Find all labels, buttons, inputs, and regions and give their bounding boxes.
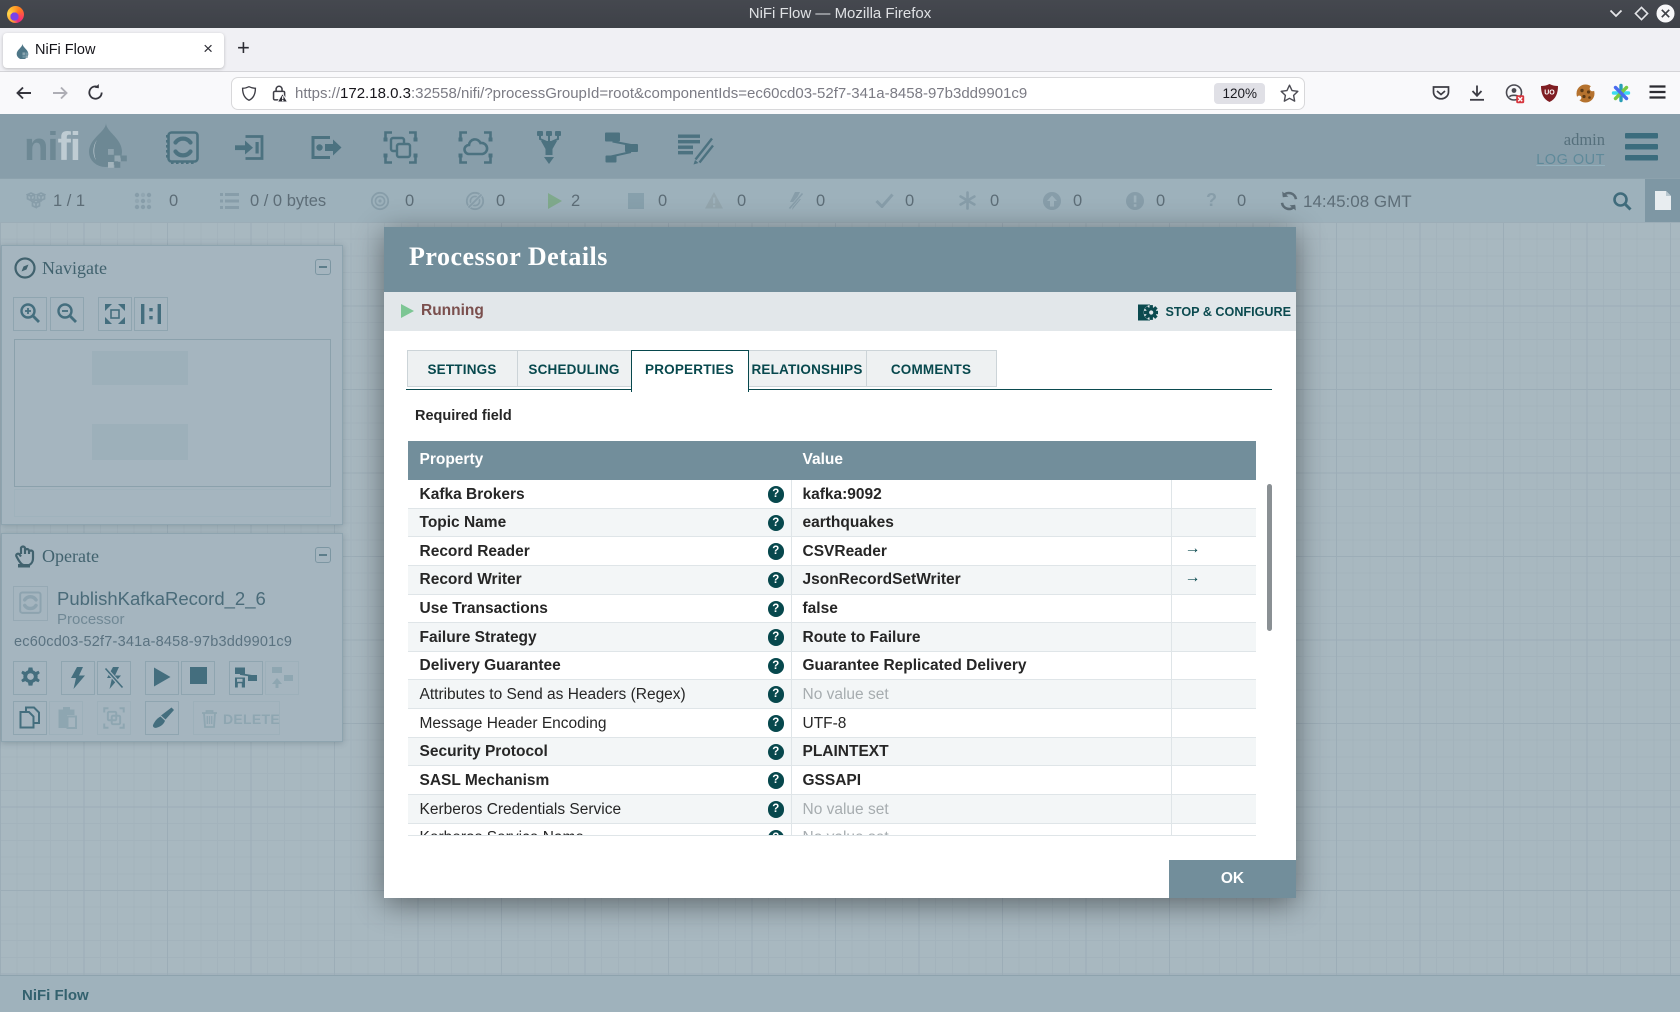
- svg-text:UO: UO: [1544, 90, 1555, 97]
